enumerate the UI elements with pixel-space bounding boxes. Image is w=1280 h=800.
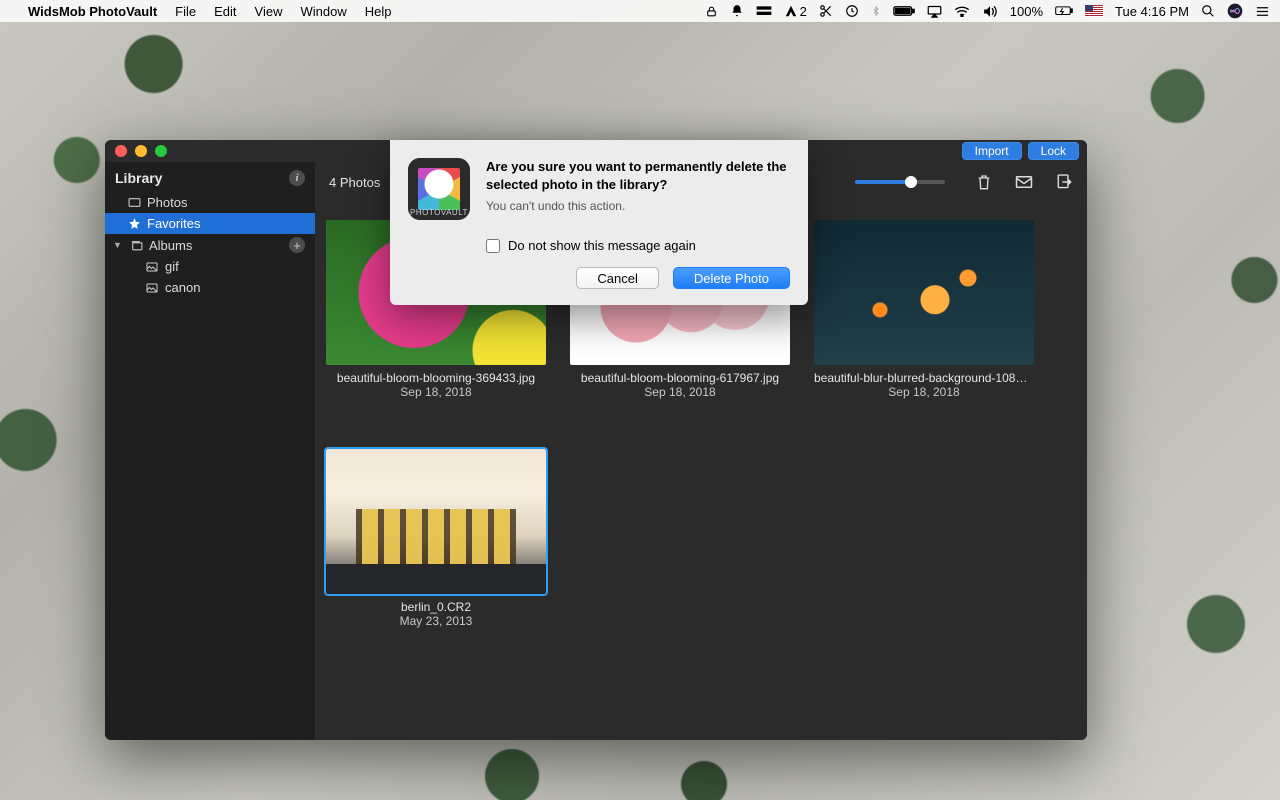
bluetooth-icon[interactable] [871, 4, 881, 18]
photo-date: Sep 18, 2018 [888, 385, 959, 399]
info-icon[interactable]: i [289, 170, 305, 186]
cancel-button[interactable]: Cancel [576, 267, 658, 289]
sidebar-header: Library i [105, 162, 315, 192]
sidebar-title: Library [115, 170, 162, 186]
sidebar-album-gif[interactable]: gif [105, 256, 315, 277]
photo-count-label: 4 Photos [329, 175, 380, 190]
window-traffic-lights [115, 145, 167, 157]
menu-window[interactable]: Window [300, 4, 346, 19]
sidebar-item-label: Favorites [147, 216, 200, 231]
battery-icon[interactable] [893, 5, 915, 17]
export-icon[interactable] [1055, 173, 1073, 191]
photo-thumbnail[interactable] [814, 220, 1034, 365]
import-button[interactable]: Import [962, 142, 1022, 160]
album-icon [145, 283, 159, 293]
scissors-icon[interactable] [819, 4, 833, 18]
timemachine-icon[interactable] [845, 4, 859, 18]
photo-filename: beautiful-bloom-blooming-617967.jpg [581, 371, 779, 385]
sidebar: Library i Photos Favorites ▼ Al [105, 162, 315, 740]
do-not-show-again-checkbox[interactable] [486, 239, 500, 253]
photo-date: May 23, 2013 [400, 614, 473, 628]
sidebar-item-favorites[interactable]: Favorites [105, 213, 315, 234]
mail-icon[interactable] [1015, 173, 1033, 191]
photo-cell[interactable]: beautiful-blur-blurred-background-108985… [813, 220, 1035, 399]
menu-file[interactable]: File [175, 4, 196, 19]
delete-confirmation-dialog: PHOTOVAULT Are you sure you want to perm… [390, 140, 808, 305]
volume-icon[interactable] [982, 5, 998, 18]
macos-menubar: WidsMob PhotoVault File Edit View Window… [0, 0, 1280, 22]
input-flag-icon[interactable] [1085, 5, 1103, 17]
menubar-app-name[interactable]: WidsMob PhotoVault [28, 4, 157, 19]
lock-icon[interactable] [705, 5, 718, 18]
spotlight-icon[interactable] [1201, 4, 1215, 18]
photos-icon [127, 197, 141, 208]
dialog-subtitle: You can't undo this action. [486, 199, 790, 213]
siri-icon[interactable] [1227, 3, 1243, 19]
lock-button[interactable]: Lock [1028, 142, 1079, 160]
do-not-show-again-label: Do not show this message again [508, 238, 696, 253]
sidebar-album-canon[interactable]: canon [105, 277, 315, 298]
power-icon[interactable] [1055, 5, 1073, 17]
app-icon: PHOTOVAULT [408, 158, 470, 220]
do-not-show-again-row[interactable]: Do not show this message again [486, 238, 790, 253]
menubar-clock[interactable]: Tue 4:16 PM [1115, 4, 1189, 19]
sidebar-item-label: Albums [149, 238, 192, 253]
window-minimize-button[interactable] [135, 145, 147, 157]
sidebar-item-albums[interactable]: ▼ Albums + [105, 234, 315, 256]
battery-percent: 100% [1010, 4, 1043, 19]
delete-photo-button[interactable]: Delete Photo [673, 267, 790, 289]
notifications-icon[interactable] [730, 4, 744, 18]
sidebar-item-label: gif [165, 259, 179, 274]
photo-filename: berlin_0.CR2 [401, 600, 471, 614]
albums-icon [129, 240, 143, 251]
menu-help[interactable]: Help [365, 4, 392, 19]
menu-edit[interactable]: Edit [214, 4, 236, 19]
adobe-cc-icon[interactable]: 2 [784, 4, 807, 19]
sidebar-item-label: Photos [147, 195, 187, 210]
photo-date: Sep 18, 2018 [644, 385, 715, 399]
wifi-icon[interactable] [954, 5, 970, 17]
dialog-title: Are you sure you want to permanently del… [486, 158, 790, 193]
photo-filename: beautiful-blur-blurred-background-108985… [814, 371, 1034, 385]
notification-center-icon[interactable] [1255, 5, 1270, 18]
adobe-badge-count: 2 [800, 4, 807, 19]
delete-icon[interactable] [975, 173, 993, 191]
disclosure-triangle-icon[interactable]: ▼ [113, 240, 123, 250]
disk-icon[interactable] [756, 5, 772, 17]
window-close-button[interactable] [115, 145, 127, 157]
sidebar-item-photos[interactable]: Photos [105, 192, 315, 213]
photo-filename: beautiful-bloom-blooming-369433.jpg [337, 371, 535, 385]
photo-thumbnail[interactable] [326, 449, 546, 594]
window-zoom-button[interactable] [155, 145, 167, 157]
star-icon [127, 217, 141, 230]
photo-cell[interactable]: berlin_0.CR2 May 23, 2013 [325, 449, 547, 628]
photo-date: Sep 18, 2018 [400, 385, 471, 399]
thumbnail-size-slider[interactable] [855, 180, 945, 184]
app-icon-caption: PHOTOVAULT [408, 208, 470, 217]
airplay-icon[interactable] [927, 5, 942, 18]
add-album-button[interactable]: + [289, 237, 305, 253]
sidebar-item-label: canon [165, 280, 200, 295]
album-icon [145, 262, 159, 272]
menu-view[interactable]: View [255, 4, 283, 19]
